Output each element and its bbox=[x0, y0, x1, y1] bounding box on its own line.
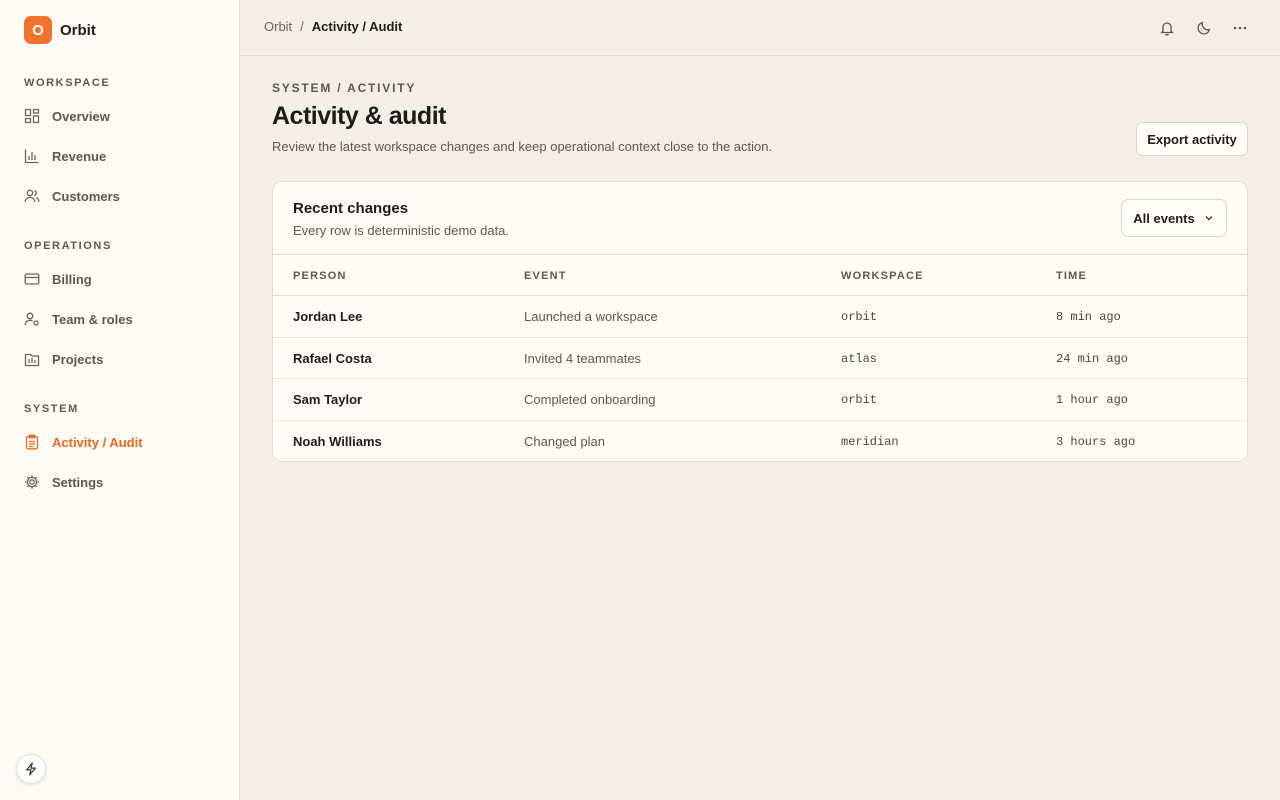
cell-person: Jordan Lee bbox=[293, 309, 363, 324]
breadcrumb-root[interactable]: Orbit bbox=[264, 19, 292, 34]
cell-person: Sam Taylor bbox=[293, 392, 363, 407]
nav-section-system: SYSTEM bbox=[24, 403, 79, 415]
sidebar-item-label: Settings bbox=[52, 474, 104, 490]
page-title: Activity & audit bbox=[272, 102, 446, 130]
sidebar-item-label: Billing bbox=[52, 271, 92, 287]
users-icon bbox=[24, 188, 40, 204]
chevron-down-icon bbox=[1203, 212, 1215, 224]
table-row[interactable]: Noah Williams Changed plan meridian 3 ho… bbox=[273, 421, 1247, 462]
clipboard-icon bbox=[24, 434, 40, 450]
cell-event: Launched a workspace bbox=[524, 309, 658, 324]
sidebar-item-overview[interactable]: Overview bbox=[24, 104, 110, 128]
sidebar-item-customers[interactable]: Customers bbox=[24, 184, 120, 208]
breadcrumb: Orbit / Activity / Audit bbox=[264, 19, 402, 34]
sidebar-item-settings[interactable]: Settings bbox=[24, 470, 103, 494]
brand-logo: O bbox=[24, 16, 52, 44]
nav-section-operations: OPERATIONS bbox=[24, 240, 112, 252]
bolt-icon bbox=[24, 762, 38, 776]
user-cog-icon bbox=[24, 311, 40, 327]
filter-label: All events bbox=[1133, 210, 1195, 226]
moon-icon[interactable] bbox=[1195, 19, 1213, 37]
export-activity-button[interactable]: Export activity bbox=[1136, 122, 1248, 156]
table-row[interactable]: Rafael Costa Invited 4 teammates atlas 2… bbox=[273, 338, 1247, 379]
breadcrumb-current: Activity / Audit bbox=[311, 19, 403, 34]
breadcrumb-separator: / bbox=[300, 19, 304, 34]
column-header-workspace: WORKSPACE bbox=[841, 270, 924, 282]
sidebar-item-billing[interactable]: Billing bbox=[24, 267, 92, 291]
quick-action-button[interactable] bbox=[16, 754, 46, 784]
card-title: Recent changes bbox=[293, 200, 409, 217]
cell-workspace: orbit bbox=[841, 310, 878, 324]
brand-name: Orbit bbox=[60, 21, 96, 39]
cell-person: Rafael Costa bbox=[293, 350, 372, 366]
table-row[interactable]: Sam Taylor Completed onboarding orbit 1 … bbox=[273, 379, 1247, 421]
cell-event: Changed plan bbox=[524, 433, 605, 449]
column-header-person: PERSON bbox=[293, 270, 347, 282]
nav-section-workspace: WORKSPACE bbox=[24, 77, 111, 89]
cell-person: Noah Williams bbox=[293, 433, 382, 449]
page-subtitle: Review the latest workspace changes and … bbox=[272, 139, 773, 154]
sidebar: O Orbit WORKSPACE Overview Revenue Custo… bbox=[0, 0, 240, 800]
sidebar-item-label: Customers bbox=[52, 188, 120, 204]
sidebar-item-projects[interactable]: Projects bbox=[24, 347, 103, 371]
credit-card-icon bbox=[24, 271, 40, 287]
bar-chart-icon bbox=[24, 148, 40, 164]
cell-time: 1 hour ago bbox=[1056, 393, 1129, 407]
event-filter-dropdown[interactable]: All events bbox=[1121, 199, 1227, 237]
kanban-icon bbox=[24, 351, 40, 367]
table-row[interactable]: Jordan Lee Launched a workspace orbit 8 … bbox=[273, 296, 1247, 338]
table-header: PERSON EVENT WORKSPACE TIME bbox=[273, 254, 1247, 296]
more-icon[interactable] bbox=[1231, 19, 1249, 37]
cell-time: 3 hours ago bbox=[1056, 434, 1136, 449]
column-header-time: TIME bbox=[1056, 270, 1088, 282]
card-subtitle: Every row is deterministic demo data. bbox=[293, 223, 510, 238]
sidebar-item-label: Activity / Audit bbox=[52, 434, 143, 450]
gear-icon bbox=[24, 474, 40, 490]
cell-time: 8 min ago bbox=[1056, 310, 1121, 324]
topbar: Orbit / Activity / Audit bbox=[240, 0, 1280, 56]
cell-event: Invited 4 teammates bbox=[524, 350, 642, 366]
sidebar-item-label: Overview bbox=[52, 108, 110, 124]
brand[interactable]: O Orbit bbox=[24, 16, 96, 44]
page-eyebrow: SYSTEM / ACTIVITY bbox=[272, 81, 417, 95]
recent-changes-card: Recent changes Every row is deterministi… bbox=[272, 181, 1248, 462]
cell-event: Completed onboarding bbox=[524, 392, 656, 407]
sidebar-item-activity-audit[interactable]: Activity / Audit bbox=[24, 430, 143, 454]
sidebar-item-label: Team & roles bbox=[52, 311, 133, 327]
cell-workspace: atlas bbox=[841, 351, 878, 366]
bell-icon[interactable] bbox=[1158, 19, 1176, 37]
cell-workspace: meridian bbox=[841, 434, 899, 449]
column-header-event: EVENT bbox=[524, 270, 567, 282]
dashboard-icon bbox=[24, 108, 40, 124]
sidebar-item-label: Revenue bbox=[52, 148, 107, 164]
sidebar-item-team-roles[interactable]: Team & roles bbox=[24, 307, 133, 331]
cell-time: 24 min ago bbox=[1056, 351, 1129, 366]
cell-workspace: orbit bbox=[841, 393, 878, 407]
sidebar-item-label: Projects bbox=[52, 351, 104, 367]
sidebar-item-revenue[interactable]: Revenue bbox=[24, 144, 106, 168]
